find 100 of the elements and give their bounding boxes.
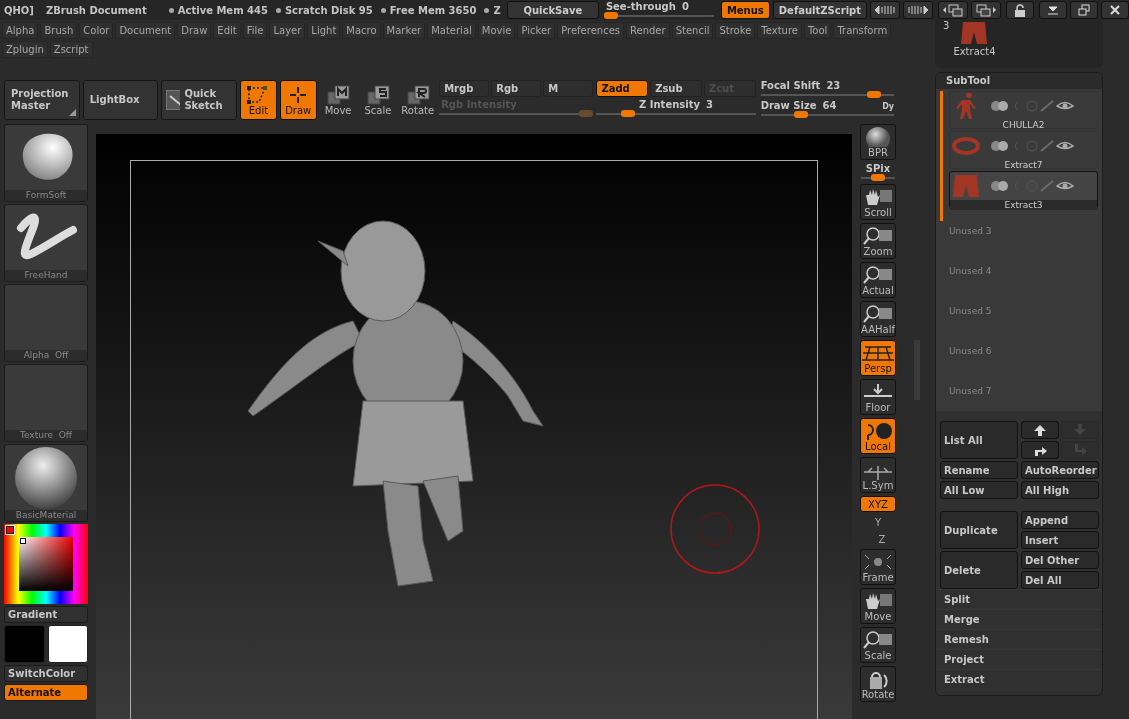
menu-item[interactable]: Texture xyxy=(757,22,802,39)
polyframe-toggle-icon[interactable] xyxy=(990,180,1010,192)
menu-item[interactable]: Document xyxy=(115,22,176,39)
eye-icon[interactable] xyxy=(1056,100,1074,112)
polyframe-toggle-icon[interactable] xyxy=(990,100,1010,112)
main-color-swatch[interactable] xyxy=(4,625,45,663)
move-mode-button[interactable]: Move xyxy=(319,80,357,120)
xyz-symmetry-button[interactable]: XYZ xyxy=(860,496,896,512)
subtool-action[interactable]: Remesh xyxy=(936,629,1102,649)
shelf-slot[interactable]: BasicMaterial xyxy=(4,444,88,522)
color-mode-button[interactable]: M xyxy=(543,80,594,97)
color-picker[interactable] xyxy=(4,524,88,604)
shelf-slot[interactable]: FormSoft xyxy=(4,124,88,202)
gradient-button[interactable]: Gradient xyxy=(4,606,88,623)
slash-toggle-icon[interactable] xyxy=(1040,180,1054,192)
window-right-icon[interactable] xyxy=(971,1,1001,19)
z-mode-button[interactable]: Zsub xyxy=(650,80,702,97)
subtool-item[interactable]: Extract7 xyxy=(949,131,1098,169)
rotate-mode-button[interactable]: Rotate xyxy=(399,80,437,120)
scale-mode-button[interactable]: Scale xyxy=(359,80,397,120)
z-intensity-thumb[interactable] xyxy=(621,110,636,117)
alternate-button[interactable]: Alternate xyxy=(4,684,88,701)
subtool-title[interactable]: SubTool xyxy=(936,73,1102,89)
menu-item[interactable]: Stencil xyxy=(671,22,714,39)
menu-item[interactable]: Movie xyxy=(477,22,516,39)
subtool-action[interactable]: Merge xyxy=(936,609,1102,629)
move-button[interactable]: Move xyxy=(860,588,896,624)
menu-item[interactable]: Alpha xyxy=(2,22,39,39)
persp-button[interactable]: Persp xyxy=(860,340,896,376)
subtool-action[interactable]: Extract xyxy=(936,669,1102,689)
window-left-icon[interactable] xyxy=(938,1,968,19)
floor-button[interactable]: Floor xyxy=(860,379,896,415)
scroll-button[interactable]: Scroll xyxy=(860,184,896,220)
eye-icon[interactable] xyxy=(1056,140,1074,152)
del-other-button[interactable]: Del Other xyxy=(1021,551,1099,569)
insert-button[interactable]: Insert xyxy=(1021,531,1099,549)
spix-slider-thumb[interactable] xyxy=(871,174,885,181)
scale-button[interactable]: Scale xyxy=(860,627,896,663)
menu-item[interactable]: Brush xyxy=(40,22,78,39)
move-up-icon[interactable] xyxy=(1021,421,1059,439)
list-all-button[interactable]: List All xyxy=(940,421,1018,459)
scroll-left-icon[interactable] xyxy=(870,1,900,19)
restore-icon[interactable] xyxy=(1070,1,1098,19)
rename-button[interactable]: Rename xyxy=(940,461,1018,479)
subtool-item[interactable]: Extract3 xyxy=(949,171,1098,209)
all-low-button[interactable]: All Low xyxy=(940,481,1018,499)
menu-item[interactable]: Material xyxy=(427,22,476,39)
append-button[interactable]: Append xyxy=(1021,511,1099,529)
z-mode-button[interactable]: Zadd xyxy=(596,80,649,97)
quick-sketch-button[interactable]: Quick Sketch xyxy=(161,80,237,120)
menu-item[interactable]: Macro xyxy=(342,22,381,39)
polyframe-toggle-icon[interactable] xyxy=(990,140,1010,152)
scroll-right-icon[interactable] xyxy=(903,1,933,19)
shelf-slot[interactable]: Texture Off xyxy=(4,364,88,442)
local-button[interactable]: Local xyxy=(860,418,896,454)
script-button[interactable]: DefaultZScript xyxy=(772,1,867,19)
zoom-button[interactable]: Zoom xyxy=(860,223,896,259)
minimize-icon[interactable] xyxy=(1039,1,1067,19)
slash-toggle-icon[interactable] xyxy=(1040,140,1054,152)
lsym-button[interactable]: L.Sym xyxy=(860,457,896,493)
menu-item[interactable]: Tool xyxy=(803,22,832,39)
menu-item[interactable]: Marker xyxy=(382,22,426,39)
switch-color-button[interactable]: SwitchColor xyxy=(4,665,88,682)
menu-item[interactable]: Light xyxy=(307,22,341,39)
menu-item[interactable]: Draw xyxy=(177,22,212,39)
draw-size-thumb[interactable] xyxy=(793,111,808,118)
subtool-action[interactable]: Project xyxy=(936,649,1102,669)
menu-item[interactable]: Color xyxy=(79,22,114,39)
menu-item[interactable]: Picker xyxy=(517,22,556,39)
all-high-button[interactable]: All High xyxy=(1021,481,1099,499)
y-axis-button[interactable]: Y xyxy=(868,515,888,529)
close-icon[interactable] xyxy=(1101,1,1129,19)
menu-item[interactable]: Layer xyxy=(269,22,306,39)
edit-mode-button[interactable]: Edit xyxy=(240,80,277,120)
viewport-canvas[interactable] xyxy=(96,134,852,719)
menu-item[interactable]: Render xyxy=(626,22,670,39)
delete-button[interactable]: Delete xyxy=(940,551,1018,589)
lightbox-button[interactable]: LightBox xyxy=(82,80,159,120)
draw-mode-button[interactable]: Draw xyxy=(279,80,317,120)
color-mode-button[interactable]: Rgb xyxy=(491,80,542,97)
rotate-button[interactable]: Rotate xyxy=(860,666,896,702)
z-axis-button[interactable]: Z xyxy=(872,532,892,546)
duplicate-button[interactable]: Duplicate xyxy=(940,511,1018,549)
projection-master-button[interactable]: Projection Master xyxy=(4,80,80,120)
see-through-slider-thumb[interactable] xyxy=(604,12,619,19)
eye-icon[interactable] xyxy=(1056,180,1074,192)
shelf-slot[interactable]: FreeHand xyxy=(4,204,88,282)
secondary-color-swatch[interactable] xyxy=(47,625,88,663)
menu-item[interactable]: Edit xyxy=(213,22,241,39)
menu-item[interactable]: Preferences xyxy=(557,22,624,39)
menu-item[interactable]: File xyxy=(242,22,268,39)
menu-item[interactable]: Zplugin xyxy=(2,41,48,58)
subtool-item[interactable]: CHULLA2 xyxy=(949,91,1098,129)
focal-shift-thumb[interactable] xyxy=(866,91,881,98)
menu-item[interactable]: Zscript xyxy=(49,41,93,58)
subtool-action[interactable]: Split xyxy=(936,589,1102,609)
bpr-button[interactable]: BPR xyxy=(860,124,896,160)
slash-toggle-icon[interactable] xyxy=(1040,100,1054,112)
lock-icon[interactable] xyxy=(1006,1,1034,19)
turn-right-icon[interactable] xyxy=(1021,441,1059,459)
